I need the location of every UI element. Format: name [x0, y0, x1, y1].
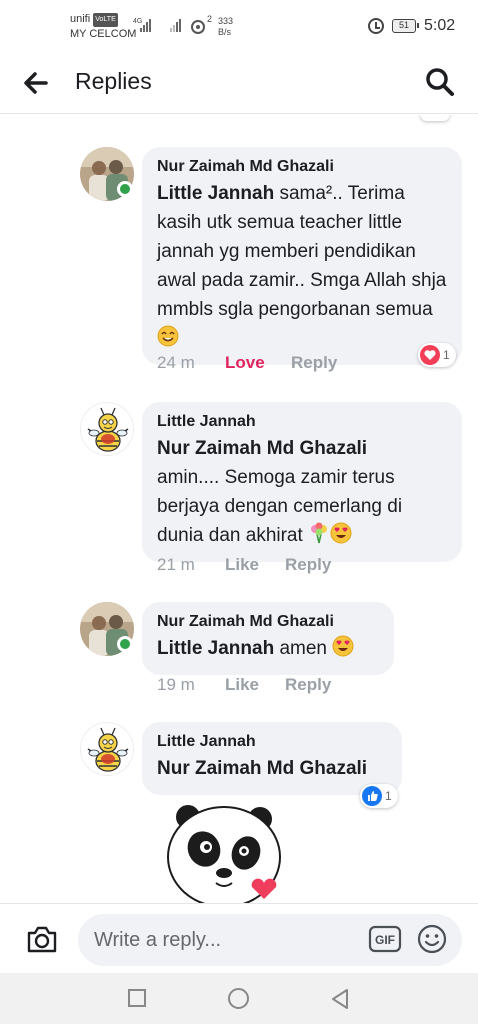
emoji-button[interactable] — [416, 923, 448, 955]
mention-tag[interactable]: Nur Zaimah Md Ghazali — [157, 438, 367, 459]
comment-actions: 21 m Like Reply — [157, 555, 331, 575]
status-bar: unifi VoLTE MY CELCOM 4G 2 333 B/s 51 5:… — [0, 0, 478, 52]
comment-bubble[interactable]: Little Jannah Nur Zaimah Md Ghazali — [142, 722, 402, 795]
system-nav-bar — [0, 973, 478, 1024]
heart-eyes-icon — [332, 635, 354, 657]
app-header: Replies — [0, 52, 478, 114]
panda-sticker-image — [167, 805, 281, 903]
volte-badge: VoLTE — [93, 13, 118, 27]
comment-author[interactable]: Nur Zaimah Md Ghazali — [157, 157, 447, 177]
like-button[interactable]: Like — [225, 555, 285, 575]
reaction-count: 1 — [443, 348, 450, 362]
previous-reaction-pill — [420, 115, 450, 121]
speed-unit: B/s — [218, 27, 232, 37]
page-title: Replies — [75, 68, 152, 94]
comment-body: amen — [274, 638, 327, 659]
battery-icon: 51 — [392, 19, 419, 33]
comment-time: 21 m — [157, 555, 195, 574]
reply-button[interactable]: Reply — [285, 675, 331, 695]
arrow-left-icon — [24, 72, 48, 94]
comment-author[interactable]: Nur Zaimah Md Ghazali — [157, 612, 379, 632]
avatar[interactable] — [80, 402, 134, 456]
comment-author[interactable]: Little Jannah — [157, 732, 387, 752]
comment-actions: 24 m Love Reply — [157, 353, 337, 373]
like-button[interactable]: Like — [225, 675, 285, 695]
search-icon — [426, 68, 454, 96]
comment-bubble[interactable]: Little Jannah Nur Zaimah Md Ghazali amin.… — [142, 402, 462, 562]
reply-composer: GIF — [0, 903, 478, 973]
comment-text: Little Jannah amen — [157, 634, 379, 663]
love-reaction-icon — [420, 345, 440, 365]
panda-sticker[interactable] — [160, 801, 296, 903]
comment-body: amin.... Semoga zamir terus berjaya deng… — [157, 467, 403, 546]
comment-author[interactable]: Little Jannah — [157, 412, 447, 432]
mention-tag[interactable]: Little Jannah — [157, 638, 274, 659]
reaction-count: 1 — [385, 789, 392, 803]
comment-text: Little Jannah sama².. Terima kasih utk s… — [157, 179, 447, 353]
system-back-button[interactable] — [330, 987, 350, 1011]
smiley-icon — [417, 924, 447, 954]
gif-icon: GIF — [368, 925, 402, 953]
comment-text: Nur Zaimah Md Ghazali amin.... Semoga zam… — [157, 434, 447, 550]
search-button[interactable] — [422, 64, 458, 100]
bee-logo-avatar — [87, 407, 129, 452]
avatar[interactable] — [80, 722, 134, 776]
comment-time: 24 m — [157, 353, 195, 372]
triangle-back-icon — [332, 989, 348, 1009]
clock: 5:02 — [424, 17, 456, 34]
comment-actions: 19 m Like Reply — [157, 675, 331, 695]
home-button[interactable] — [228, 988, 249, 1009]
camera-icon — [27, 926, 57, 953]
camera-button[interactable] — [24, 921, 60, 957]
gif-label: GIF — [375, 933, 395, 947]
signal-icon — [140, 18, 151, 32]
alarm-icon — [368, 18, 384, 34]
comment-bubble[interactable]: Nur Zaimah Md Ghazali Little Jannah amen — [142, 602, 394, 675]
comment-time: 19 m — [157, 675, 195, 694]
heart-eyes-icon — [330, 522, 352, 544]
network-speed: 333 B/s — [218, 16, 233, 38]
mention-tag[interactable]: Little Jannah — [157, 183, 274, 204]
reply-button[interactable]: Reply — [285, 555, 331, 575]
carrier-2: MY CELCOM — [70, 28, 137, 40]
hotspot-count: 2 — [207, 14, 213, 24]
online-status-dot — [117, 636, 133, 652]
recent-apps-button[interactable] — [128, 989, 146, 1007]
carrier-1: unifi — [70, 13, 91, 25]
reaction-count-pill[interactable]: 1 — [360, 784, 398, 808]
bouquet-icon — [311, 522, 328, 544]
like-reaction-icon — [362, 786, 382, 806]
smiling-face-icon — [157, 325, 179, 347]
reply-input[interactable] — [78, 914, 462, 966]
online-status-dot — [117, 181, 133, 197]
mention-tag[interactable]: Nur Zaimah Md Ghazali — [157, 758, 367, 779]
carrier-info: unifi VoLTE MY CELCOM — [70, 12, 136, 41]
comment-bubble[interactable]: Nur Zaimah Md Ghazali Little Jannah sama… — [142, 147, 462, 365]
bee-logo-avatar — [87, 727, 129, 772]
love-button[interactable]: Love — [225, 353, 291, 373]
gif-button[interactable]: GIF — [368, 924, 402, 954]
reply-button[interactable]: Reply — [291, 353, 337, 373]
replies-feed[interactable]: Nur Zaimah Md Ghazali Little Jannah sama… — [0, 115, 478, 903]
signal-2-icon — [170, 18, 181, 32]
hotspot-icon — [191, 20, 205, 34]
speed-value: 333 — [218, 16, 234, 26]
comment-text: Nur Zaimah Md Ghazali — [157, 754, 387, 783]
reaction-count-pill[interactable]: 1 — [418, 343, 456, 367]
back-button[interactable] — [20, 67, 52, 99]
